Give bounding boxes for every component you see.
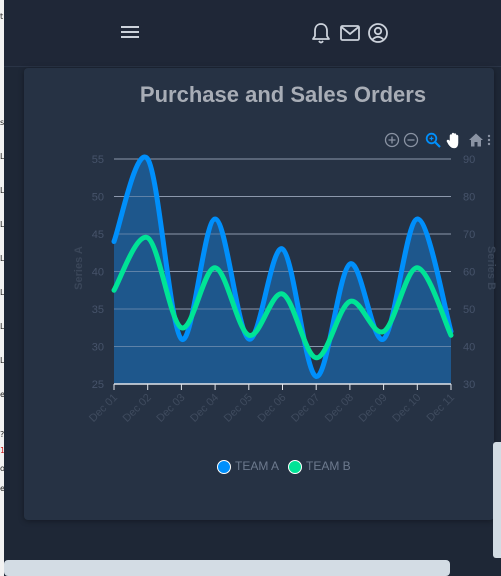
top-app-bar <box>4 0 501 67</box>
pan-hand-icon[interactable] <box>446 132 462 155</box>
hamburger-menu-icon[interactable] <box>120 24 140 45</box>
left-strip-text: L <box>0 186 4 195</box>
zoom-in-icon[interactable] <box>384 132 400 153</box>
left-window-strip: t s L L L L L L L e ? 1 o e <box>0 0 4 576</box>
left-strip-text: e <box>0 484 4 493</box>
left-strip-text: o <box>0 464 4 473</box>
left-strip-text: s <box>0 118 4 127</box>
legend-marker <box>288 460 302 474</box>
left-strip-text: L <box>0 288 4 297</box>
left-strip-text: L <box>0 152 4 161</box>
user-circle-icon[interactable] <box>367 22 389 49</box>
left-strip-text: L <box>0 254 4 263</box>
horizontal-scrollbar[interactable] <box>4 560 450 576</box>
reset-home-icon[interactable] <box>468 132 484 153</box>
menu-icon[interactable] <box>486 132 492 153</box>
zoom-out-icon[interactable] <box>403 132 419 153</box>
bell-icon[interactable] <box>311 22 331 49</box>
vertical-scrollbar[interactable] <box>493 442 501 558</box>
chart-card: Purchase and Sales Orders TEAM A TEAM B <box>24 68 494 520</box>
left-strip-text: L <box>0 322 4 331</box>
legend-label: TEAM A <box>235 459 280 473</box>
left-strip-text: e <box>0 390 4 399</box>
left-strip-text: L <box>0 356 4 365</box>
legend-marker <box>217 460 231 474</box>
left-strip-text: L <box>0 220 4 229</box>
chart-title: Purchase and Sales Orders <box>139 82 427 107</box>
envelope-icon[interactable] <box>339 24 361 47</box>
legend-label: TEAM B <box>306 459 351 473</box>
left-strip-text: 1 <box>0 446 4 455</box>
left-strip-text: ? <box>0 430 4 439</box>
selection-zoom-icon[interactable] <box>425 132 441 153</box>
